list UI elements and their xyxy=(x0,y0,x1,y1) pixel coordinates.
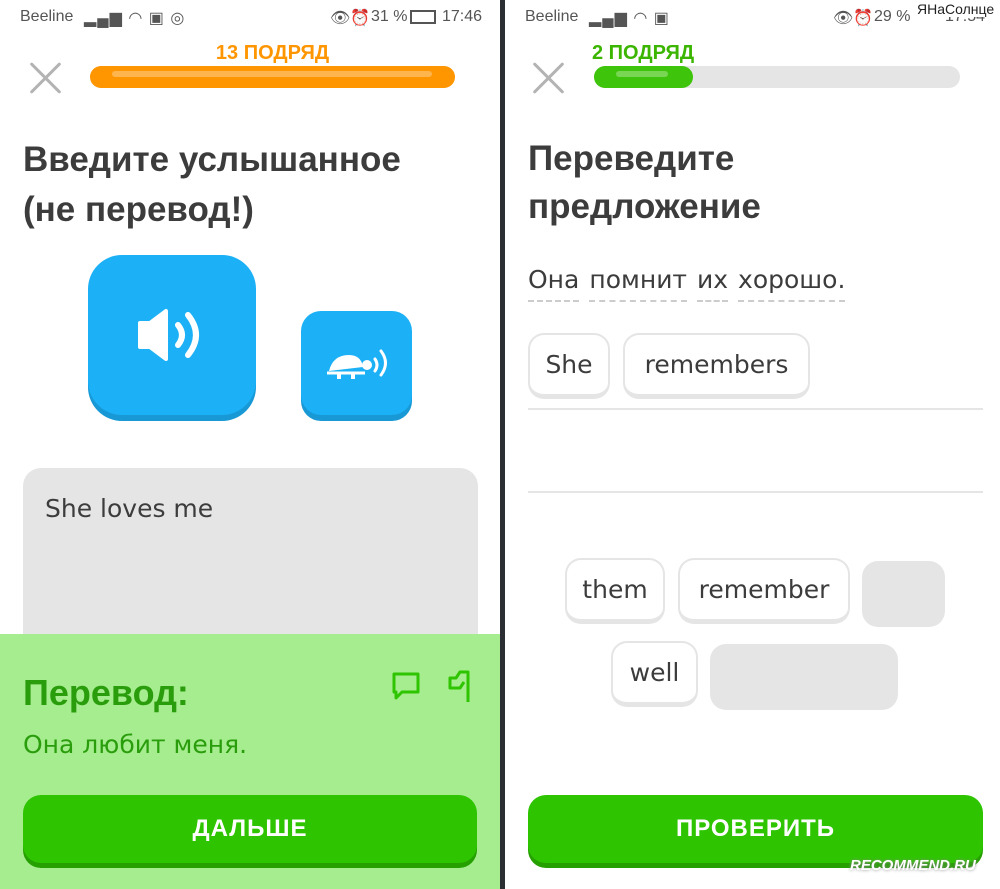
signal-wifi-icons: ▂▄▆ ◠ ▣ xyxy=(589,10,670,27)
answer-line xyxy=(528,408,983,410)
close-button[interactable] xyxy=(531,61,565,95)
source-sentence: Она помнит их хорошо. xyxy=(528,265,846,302)
battery-percent: 29 % xyxy=(874,8,911,25)
signal-wifi-icons: ▂▄▆ ◠ ▣ ◎ xyxy=(84,10,186,27)
exercise-title: Переведите xyxy=(528,139,735,178)
battery-percent: 31 % xyxy=(371,8,408,25)
check-button[interactable]: ПРОВЕРИТЬ xyxy=(528,795,983,863)
battery-icon xyxy=(410,10,436,24)
progress-bar xyxy=(594,66,960,88)
streak-label: 2 ПОДРЯД xyxy=(592,42,695,64)
feedback-title: Перевод: xyxy=(23,672,189,713)
carrier: Beeline xyxy=(525,8,579,25)
exercise-title: Введите услышанное xyxy=(23,140,401,179)
word-bank-empty-slot xyxy=(862,561,945,627)
sentence-word[interactable]: хорошо. xyxy=(738,265,846,302)
carrier: Beeline xyxy=(20,8,74,25)
sentence-word[interactable]: помнит xyxy=(589,265,687,302)
close-button[interactable] xyxy=(28,61,62,95)
progress-bar xyxy=(90,66,455,88)
exercise-subtitle: (не перевод!) xyxy=(23,190,254,229)
report-flag-icon[interactable] xyxy=(446,668,476,704)
word-bank-empty-slot xyxy=(710,644,898,710)
slow-audio-button[interactable] xyxy=(301,311,412,415)
play-audio-button[interactable] xyxy=(88,255,256,415)
clock: 17:46 xyxy=(442,8,483,25)
eye-alarm-icons: 👁⏰ xyxy=(330,10,371,27)
answer-text: She loves me xyxy=(45,494,214,523)
turtle-icon xyxy=(326,349,387,379)
answer-chip[interactable]: remembers xyxy=(623,333,810,399)
watermark: RECOMMEND.RU xyxy=(850,857,976,874)
answer-chip[interactable]: She xyxy=(528,333,610,399)
watermark-user: ЯНаСолнце xyxy=(917,1,995,17)
comment-icon[interactable] xyxy=(390,670,422,702)
left-screen: Beeline ▂▄▆ ◠ ▣ ◎ 👁⏰ 31 % 17:46 13 ПОДРЯ… xyxy=(0,0,500,889)
word-bank-chip[interactable]: well xyxy=(611,641,698,707)
sentence-word[interactable]: Она xyxy=(528,265,580,302)
answer-line xyxy=(528,491,983,493)
feedback-translation: Она любит меня. xyxy=(23,730,248,759)
continue-button[interactable]: ДАЛЬШЕ xyxy=(23,795,477,863)
word-bank-chip[interactable]: them xyxy=(565,558,665,624)
eye-alarm-icons: 👁⏰ xyxy=(833,10,874,27)
speaker-icon xyxy=(138,309,199,361)
right-screen: Beeline ▂▄▆ ◠ ▣ 👁⏰ 29 % 17:54 ЯНаСолнце … xyxy=(505,0,1000,889)
streak-label: 13 ПОДРЯД xyxy=(215,42,330,64)
word-bank-chip[interactable]: remember xyxy=(678,558,850,624)
exercise-subtitle: предложение xyxy=(528,187,761,226)
sentence-word[interactable]: их xyxy=(697,265,729,302)
